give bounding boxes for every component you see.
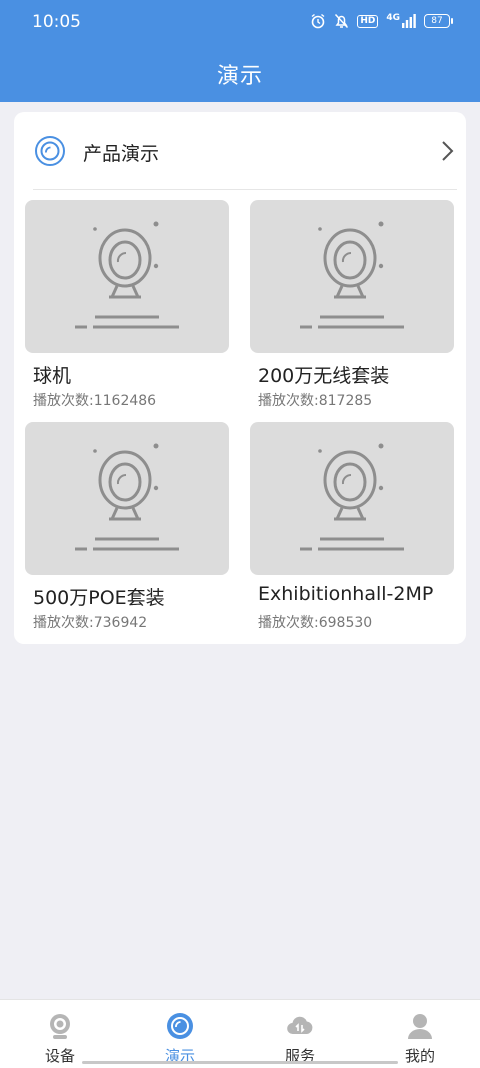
status-time: 10:05 bbox=[32, 12, 81, 32]
video-thumbnail bbox=[25, 200, 229, 353]
tab-devices[interactable]: 设备 bbox=[0, 1000, 120, 1068]
tile-title: 球机 bbox=[33, 365, 72, 387]
demo-tile-2[interactable]: 200万无线套装 播放次数:817285 bbox=[250, 200, 454, 409]
user-icon bbox=[408, 1014, 432, 1039]
camera-placeholder-icon bbox=[75, 443, 179, 551]
alarm-icon bbox=[311, 13, 325, 29]
play-count: 播放次数:817285 bbox=[258, 393, 373, 409]
home-indicator bbox=[82, 1061, 398, 1064]
status-icons: HD 4G 87 bbox=[310, 12, 453, 30]
product-demo-label: 产品演示 bbox=[83, 143, 160, 165]
camera-placeholder-icon bbox=[300, 221, 404, 329]
signal-icon bbox=[402, 14, 416, 28]
section-divider bbox=[33, 189, 457, 190]
demo-tile-1[interactable]: 球机 播放次数:1162486 bbox=[25, 200, 229, 409]
play-count: 播放次数:1162486 bbox=[33, 393, 157, 409]
bottom-tab-bar: 设备 演示 服务 我的 bbox=[0, 999, 480, 1068]
hd-badge: HD bbox=[357, 14, 379, 28]
video-thumbnail bbox=[250, 200, 454, 353]
page-title: 演示 bbox=[216, 64, 263, 89]
camera-placeholder-icon bbox=[75, 221, 179, 329]
tile-title: Exhibitionhall-2MP bbox=[258, 583, 434, 605]
tile-title: 500万POE套装 bbox=[33, 587, 165, 609]
tab-service[interactable]: 服务 bbox=[240, 1000, 360, 1068]
network-label: 4G bbox=[386, 13, 400, 23]
play-count: 播放次数:736942 bbox=[33, 615, 148, 631]
tab-demo[interactable]: 演示 bbox=[120, 1000, 240, 1068]
demo-icon bbox=[167, 1013, 193, 1039]
tile-title: 200万无线套装 bbox=[258, 365, 390, 387]
play-count: 播放次数:698530 bbox=[258, 615, 373, 631]
video-thumbnail bbox=[250, 422, 454, 575]
chevron-right-icon bbox=[442, 141, 454, 161]
product-demo-row[interactable]: 产品演示 bbox=[14, 112, 466, 190]
mute-bell-icon bbox=[335, 13, 349, 29]
demo-tile-3[interactable]: 500万POE套装 播放次数:736942 bbox=[25, 422, 229, 631]
lens-icon bbox=[35, 136, 65, 166]
demo-card: 产品演示 球机 播放次数:1162486 200万无线套装 播放次数:81728… bbox=[14, 112, 466, 644]
camera-placeholder-icon bbox=[300, 443, 404, 551]
demo-tile-4[interactable]: Exhibitionhall-2MP 播放次数:698530 bbox=[250, 422, 454, 631]
video-thumbnail bbox=[25, 422, 229, 575]
camera-icon bbox=[50, 1014, 70, 1039]
app-header: 10:05 HD 4G 87 演示 bbox=[0, 0, 480, 102]
battery-indicator: 87 bbox=[424, 14, 453, 28]
tab-mine[interactable]: 我的 bbox=[360, 1000, 480, 1068]
cloud-icon bbox=[287, 1016, 313, 1035]
